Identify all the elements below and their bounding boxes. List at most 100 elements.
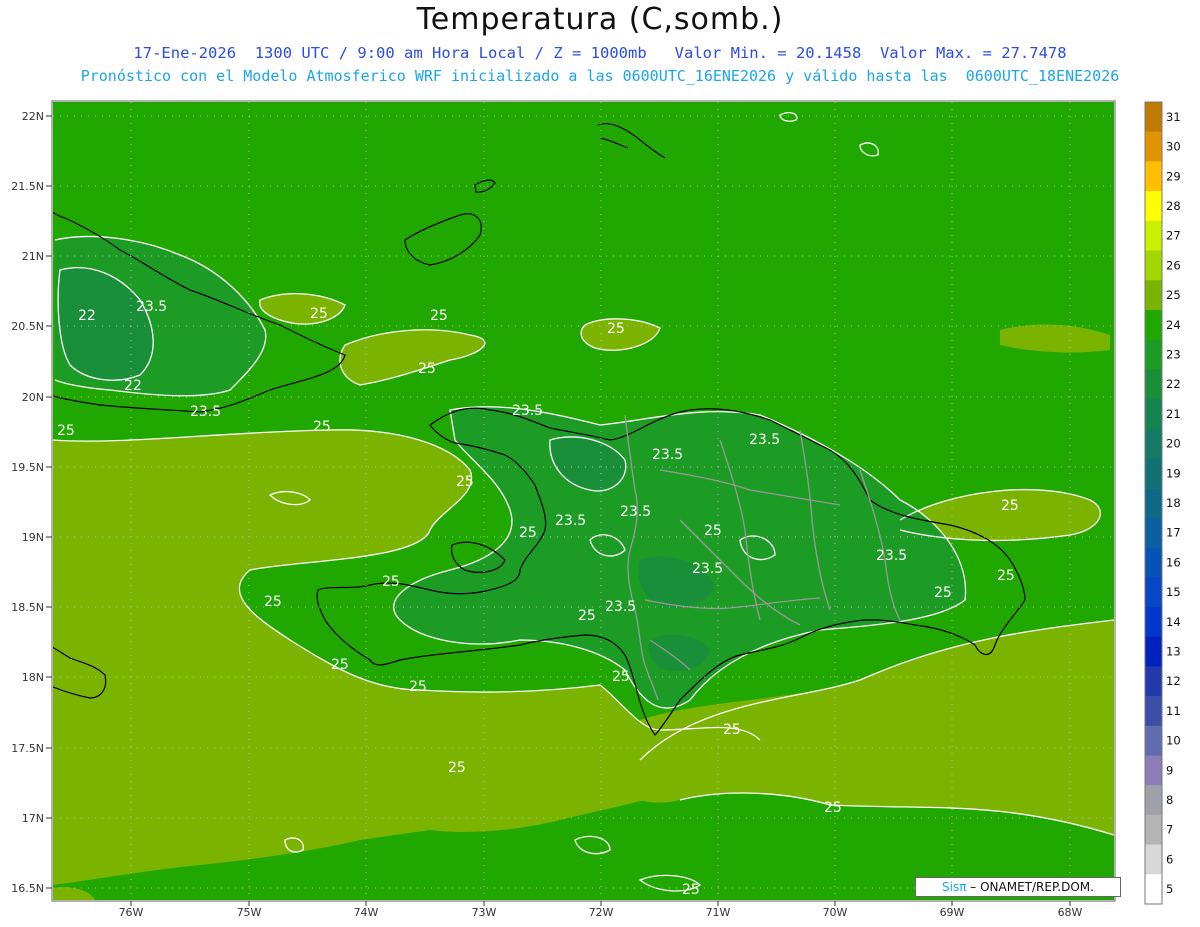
contour-label: 23.5	[876, 548, 907, 564]
colorbar-swatch	[1145, 547, 1162, 578]
colorbar-swatch	[1145, 606, 1162, 637]
contour-label: 25	[824, 800, 842, 816]
colorbar-label: 31	[1166, 110, 1181, 124]
colorbar-label: 15	[1166, 585, 1181, 599]
contour-label: 23.5	[136, 299, 167, 315]
colorbar-swatch	[1145, 191, 1162, 222]
contour-label: 25	[1001, 498, 1019, 514]
contour-label: 25	[418, 361, 436, 377]
colorbar-label: 11	[1166, 704, 1181, 718]
contour-label: 25	[934, 585, 952, 601]
colorbar-label: 5	[1166, 882, 1173, 896]
contour-label: 25	[519, 525, 537, 541]
contour-label: 23.5	[512, 403, 543, 419]
colorbar-label: 19	[1166, 466, 1181, 480]
colorbar-label: 17	[1166, 526, 1181, 540]
lon-label: 76W	[119, 906, 144, 919]
colorbar-swatch	[1145, 458, 1162, 489]
lon-label: 69W	[940, 906, 965, 919]
contour-label: 25	[607, 321, 625, 337]
contour-label: 22	[124, 378, 142, 394]
colorbar-label: 20	[1166, 437, 1181, 451]
lat-label: 17.5N	[11, 742, 44, 755]
contour-label: 25	[331, 657, 349, 673]
colorbar-swatch	[1145, 874, 1162, 905]
contour-label: 23.5	[652, 447, 683, 463]
colorbar-swatch	[1145, 309, 1162, 340]
colorbar-label: 10	[1166, 734, 1181, 748]
lon-label: 71W	[706, 906, 731, 919]
contour-label: 25	[313, 419, 331, 435]
lat-label: 22N	[22, 110, 44, 123]
colorbar-swatch	[1145, 428, 1162, 459]
colorbar-swatch	[1145, 844, 1162, 875]
latitude-axis: 22N 21.5N 21N 20.5N 20N 19.5N 19N 18.5N …	[11, 110, 44, 895]
colorbar-label: 18	[1166, 496, 1181, 510]
credit-box: Sisπ – ONAMET/REP.DOM.	[915, 877, 1121, 897]
colorbar-label: 27	[1166, 229, 1181, 243]
colorbar-swatch	[1145, 696, 1162, 727]
lon-label: 74W	[354, 906, 379, 919]
colorbar-swatch	[1145, 131, 1162, 162]
lat-label: 21N	[22, 250, 44, 263]
colorbar-swatch	[1145, 577, 1162, 608]
lat-label: 16.5N	[11, 882, 44, 895]
colorbar-label: 8	[1166, 793, 1173, 807]
contour-label: 25	[723, 722, 741, 738]
contour-label: 25	[57, 423, 75, 439]
colorbar-label: 7	[1166, 823, 1173, 837]
colorbar-label: 21	[1166, 407, 1181, 421]
credit-text: – ONAMET/REP.DOM.	[966, 880, 1094, 894]
colorbar-swatch	[1145, 636, 1162, 667]
contour-label: 25	[578, 608, 596, 624]
temperature-map: 22 23.5 23.5 22 23.5 25 25 25 25 25 25 2…	[11, 100, 1181, 919]
lat-label: 20N	[22, 391, 44, 404]
latitude-ticks	[46, 115, 52, 889]
colorbar-swatch	[1145, 280, 1162, 311]
colorbar-swatch	[1145, 339, 1162, 370]
colorbar-label: 25	[1166, 288, 1181, 302]
colorbar-label: 29	[1166, 169, 1181, 183]
lat-label: 20.5N	[11, 320, 44, 333]
colorbar-label: 9	[1166, 763, 1173, 777]
contour-label: 23.5	[749, 432, 780, 448]
contour-label: 25	[448, 760, 466, 776]
lat-label: 18N	[22, 671, 44, 684]
colorbar-label: 22	[1166, 377, 1181, 391]
colorbar-label: 23	[1166, 347, 1181, 361]
colorbar-label: 28	[1166, 199, 1181, 213]
lat-label: 18.5N	[11, 601, 44, 614]
colorbar-swatch	[1145, 399, 1162, 430]
lon-label: 75W	[237, 906, 262, 919]
lon-label: 68W	[1058, 906, 1083, 919]
colorbar-label: 13	[1166, 645, 1181, 659]
colorbar-swatch	[1145, 488, 1162, 519]
lon-label: 70W	[823, 906, 848, 919]
contour-label: 25	[264, 594, 282, 610]
lat-label: 17N	[22, 812, 44, 825]
contour-label: 23.5	[190, 404, 221, 420]
contour-label: 25	[382, 574, 400, 590]
lat-label: 21.5N	[11, 180, 44, 193]
contour-label: 25	[409, 679, 427, 695]
colorbar-label: 26	[1166, 258, 1181, 272]
lon-label: 72W	[589, 906, 614, 919]
colorbar-swatch	[1145, 517, 1162, 548]
contour-label: 23.5	[605, 599, 636, 615]
colorbar-label: 14	[1166, 615, 1181, 629]
contour-label: 25	[682, 882, 700, 898]
lat-label: 19N	[22, 531, 44, 544]
temperature-field	[53, 102, 1114, 900]
contour-label: 23.5	[620, 504, 651, 520]
contour-label: 25	[704, 523, 722, 539]
lat-label: 19.5N	[11, 461, 44, 474]
contour-label: 23.5	[555, 513, 586, 529]
colorbar-swatch	[1145, 755, 1162, 786]
colorbar-swatch	[1145, 785, 1162, 816]
colorbar-swatch	[1145, 725, 1162, 756]
colorbar-swatch	[1145, 666, 1162, 697]
colorbar-label: 24	[1166, 318, 1181, 332]
brand-logo: Sisπ	[942, 880, 967, 894]
longitude-axis: 76W 75W 74W 73W 72W 71W 70W 69W 68W	[119, 906, 1083, 919]
colorbar-label: 12	[1166, 674, 1181, 688]
